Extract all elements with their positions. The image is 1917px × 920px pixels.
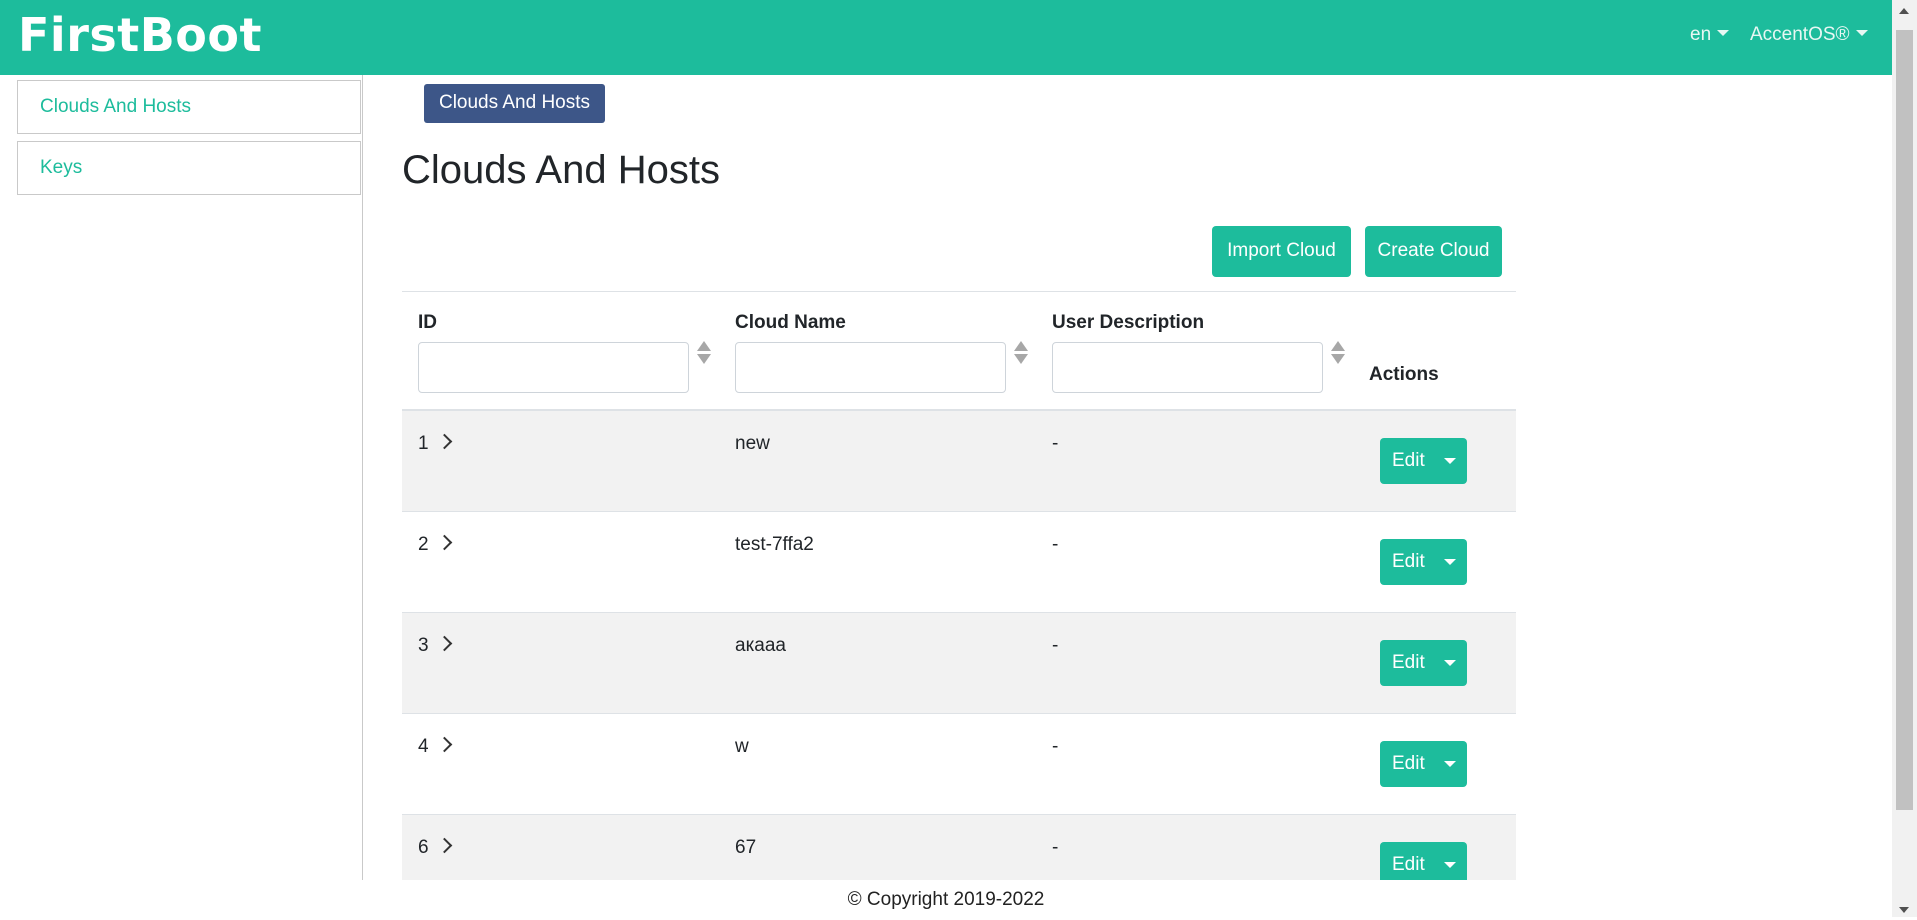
cloud-name-filter-input[interactable] (735, 342, 1006, 393)
chevron-right-icon[interactable] (436, 736, 452, 753)
row-id-text: 1 (418, 433, 429, 454)
user-description-filter-input[interactable] (1052, 342, 1323, 393)
caret-down-icon[interactable] (1444, 862, 1456, 868)
breadcrumb[interactable]: Clouds And Hosts (424, 84, 605, 123)
row-id[interactable]: 3 (418, 635, 452, 657)
user-menu-label: AccentOS® (1750, 24, 1850, 45)
sort-icon[interactable] (1014, 341, 1028, 365)
row-cloud-name: акааа (735, 635, 786, 656)
page-title: Clouds And Hosts (402, 148, 720, 192)
sidebar-item-keys[interactable]: Keys (17, 141, 361, 195)
import-cloud-button[interactable]: Import Cloud (1212, 226, 1351, 277)
create-cloud-button[interactable]: Create Cloud (1365, 226, 1502, 277)
row-id[interactable]: 4 (418, 736, 452, 758)
caret-down-icon[interactable] (1444, 761, 1456, 767)
edit-button-group[interactable]: Edit (1380, 741, 1467, 787)
chevron-right-icon[interactable] (436, 534, 452, 551)
row-cloud-name: new (735, 433, 770, 454)
chevron-down-icon (1855, 30, 1868, 36)
scroll-down-icon[interactable] (1899, 907, 1909, 913)
row-cloud-name: test-7ffa2 (735, 534, 814, 555)
row-id-text: 4 (418, 736, 429, 757)
edit-button-group[interactable]: Edit (1380, 438, 1467, 484)
brand-logo[interactable]: FirstBoot (18, 8, 262, 62)
edit-button[interactable]: Edit (1392, 652, 1425, 674)
table-row: 2 test-7ffa2 - Edit (402, 512, 1516, 613)
caret-down-icon[interactable] (1444, 458, 1456, 464)
row-id-text: 3 (418, 635, 429, 656)
sort-icon[interactable] (1331, 341, 1345, 365)
row-id-text: 6 (418, 837, 429, 858)
row-id-text: 2 (418, 534, 429, 555)
edit-button-group[interactable]: Edit (1380, 640, 1467, 686)
chevron-right-icon[interactable] (436, 837, 452, 854)
clouds-table: ID Cloud Name User Description Actions 1… (402, 291, 1516, 916)
chevron-right-icon[interactable] (436, 635, 452, 652)
sort-icon[interactable] (697, 341, 711, 365)
edit-button[interactable]: Edit (1392, 551, 1425, 573)
row-description: - (1052, 433, 1059, 454)
row-description: - (1052, 635, 1059, 656)
row-id[interactable]: 6 (418, 837, 452, 859)
scrollbar-thumb[interactable] (1896, 30, 1913, 810)
language-label: en (1690, 24, 1712, 45)
sidebar-item-clouds-and-hosts[interactable]: Clouds And Hosts (17, 80, 361, 134)
edit-button[interactable]: Edit (1392, 450, 1425, 472)
language-dropdown[interactable]: en (1690, 24, 1730, 46)
table-row: 4 w - Edit (402, 714, 1516, 815)
sidebar: Clouds And Hosts Keys (0, 75, 363, 880)
edit-button[interactable]: Edit (1392, 854, 1425, 876)
row-cloud-name: 67 (735, 837, 757, 858)
chevron-down-icon (1717, 30, 1730, 36)
user-menu-dropdown[interactable]: AccentOS® (1750, 24, 1868, 46)
row-cloud-name: w (735, 736, 749, 757)
table-row: 1 new - Edit (402, 411, 1516, 512)
page-scrollbar[interactable] (1892, 0, 1917, 917)
column-header-actions: Actions (1369, 364, 1439, 385)
table-row: 3 акааа - Edit (402, 613, 1516, 714)
row-description: - (1052, 534, 1059, 555)
footer-copyright: © Copyright 2019-2022 (0, 880, 1892, 917)
scroll-up-icon[interactable] (1899, 8, 1909, 14)
chevron-right-icon[interactable] (436, 433, 452, 450)
table-header: ID Cloud Name User Description Actions (402, 291, 1516, 411)
column-header-id: ID (418, 312, 437, 333)
row-id[interactable]: 1 (418, 433, 452, 455)
row-description: - (1052, 837, 1059, 858)
edit-button-group[interactable]: Edit (1380, 539, 1467, 585)
id-filter-input[interactable] (418, 342, 689, 393)
row-id[interactable]: 2 (418, 534, 452, 556)
top-navbar: FirstBoot en AccentOS® (0, 0, 1892, 75)
column-header-user-description: User Description (1052, 312, 1205, 333)
caret-down-icon[interactable] (1444, 559, 1456, 565)
row-description: - (1052, 736, 1059, 757)
column-header-cloud-name: Cloud Name (735, 312, 846, 333)
caret-down-icon[interactable] (1444, 660, 1456, 666)
edit-button[interactable]: Edit (1392, 753, 1425, 775)
